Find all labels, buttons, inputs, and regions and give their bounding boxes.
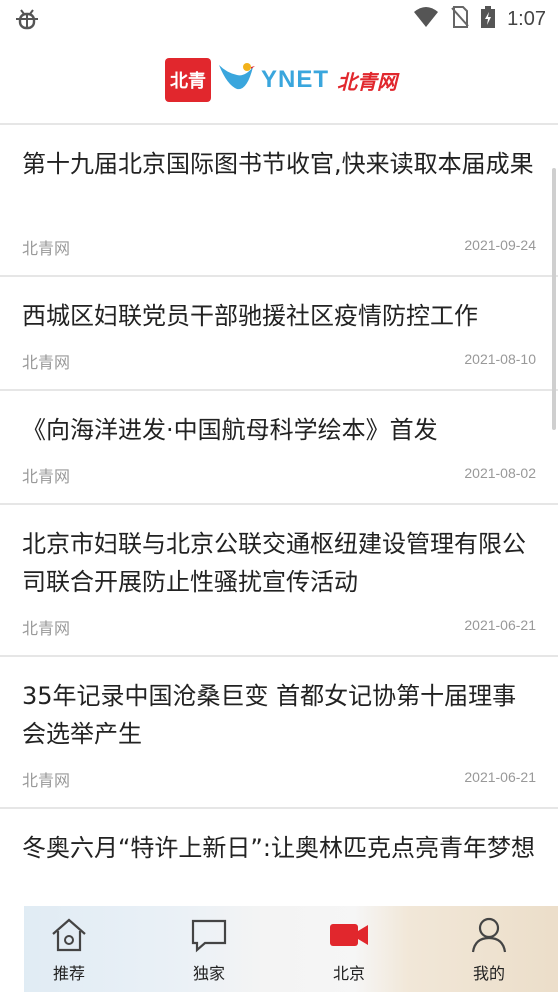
home-icon [24,916,114,958]
article-title: 35年记录中国沧桑巨变 首都女记协第十届理事会选举产生 [22,682,517,748]
article-list: 第十九届北京国际图书节收官,快来读取本届成果 北青网 2021-09-24 西城… [0,123,558,917]
brand-cn: 北青网 [337,69,398,94]
bird-icon [217,61,255,99]
article-date: 2021-06-21 [464,769,536,785]
tab-beijing[interactable]: 北京 [304,916,394,992]
article-date: 2021-06-21 [464,617,536,633]
tab-label: 推荐 [52,964,85,983]
article-title: 西城区妇联党员干部驰援社区疫情防控工作 [22,302,478,330]
app-header: 北青 YNET 北青网 [0,40,558,122]
article-source: 北青网 [22,353,71,372]
logo-mark: 北青 [165,58,211,102]
wifi-icon [413,6,439,32]
bug-icon [14,6,40,38]
status-time: 1:07 [507,7,546,30]
article-item[interactable]: 冬奥六月“特许上新日”:让奥林匹克点亮青年梦想 [0,807,558,917]
ynet-logo: 北青 YNET 北青网 [165,58,397,102]
article-source: 北青网 [22,239,71,258]
article-title: 北京市妇联与北京公联交通枢纽建设管理有限公司联合开展防止性骚扰宣传活动 [22,530,526,596]
tab-label: 独家 [192,964,225,983]
article-item[interactable]: 西城区妇联党员干部驰援社区疫情防控工作 北青网 2021-08-10 [0,275,558,389]
battery-charging-icon [481,6,496,32]
bottom-tab-bar: 推荐 独家 北京 我的 [0,906,558,992]
article-date: 2021-08-10 [464,351,536,367]
article-source: 北青网 [22,771,71,790]
article-item[interactable]: 北京市妇联与北京公联交通枢纽建设管理有限公司联合开展防止性骚扰宣传活动 北青网 … [0,503,558,655]
video-camera-icon [304,916,394,958]
brand-latin: YNET [261,66,330,93]
article-date: 2021-08-02 [464,465,536,481]
article-title: 第十九届北京国际图书节收官,快来读取本届成果 [22,150,534,178]
status-bar: 1:07 [0,0,558,40]
user-icon [444,916,534,958]
article-source: 北青网 [22,619,71,638]
article-title: 冬奥六月“特许上新日”:让奥林匹克点亮青年梦想 [22,834,535,862]
tab-recommend[interactable]: 推荐 [24,916,114,992]
article-item[interactable]: 《向海洋进发·中国航母科学绘本》首发 北青网 2021-08-02 [0,389,558,503]
tab-label: 北京 [332,964,365,983]
article-title: 《向海洋进发·中国航母科学绘本》首发 [22,416,438,444]
tab-label: 我的 [472,964,505,983]
no-sim-icon [451,6,469,32]
article-item[interactable]: 第十九届北京国际图书节收官,快来读取本届成果 北青网 2021-09-24 [0,123,558,275]
article-source: 北青网 [22,467,71,486]
scrollbar[interactable] [552,168,556,430]
tab-exclusive[interactable]: 独家 [164,916,254,992]
tab-mine[interactable]: 我的 [444,916,534,992]
article-date: 2021-09-24 [464,237,536,253]
article-item[interactable]: 35年记录中国沧桑巨变 首都女记协第十届理事会选举产生 北青网 2021-06-… [0,655,558,807]
chat-bubble-icon [164,916,254,958]
